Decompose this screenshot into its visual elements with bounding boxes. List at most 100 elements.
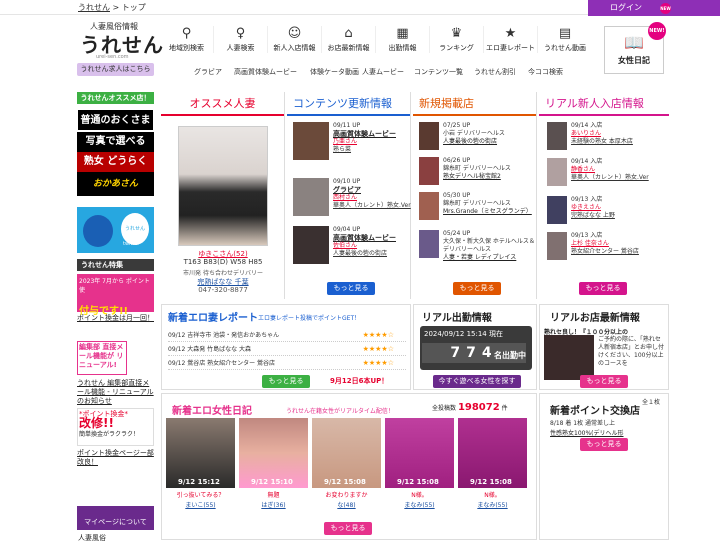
nav-video[interactable]: ▤ うれせん動画 xyxy=(538,26,592,53)
banner-futsu-okusama[interactable]: 普通のおくさま xyxy=(77,109,154,131)
feature-exchange-link[interactable]: ポイント換金ページー部改良！ xyxy=(77,449,154,467)
item-name[interactable]: ゆきえさん xyxy=(571,204,669,212)
breadcrumb-home-link[interactable]: うれせん xyxy=(78,3,110,12)
thumbnail[interactable] xyxy=(419,122,439,150)
list-item[interactable]: 05/30 UP 錦糸町 デリバリーヘルス Mrs.Grande（ミセスグランデ… xyxy=(417,192,537,232)
item-title[interactable]: 高画質体験ムービー xyxy=(333,234,411,242)
thumbnail[interactable] xyxy=(547,158,567,186)
diary-subtitle: うれせん在籍女性がリアルタイム配信！ xyxy=(286,408,394,415)
review-row[interactable]: 09/12 大森発 竹島ばなな 大森 ★★★★☆ xyxy=(168,343,406,356)
diary-card[interactable]: 9/12 15:08 N様。 まなみ(55) xyxy=(458,418,527,518)
diary-card[interactable]: 9/12 15:08 お変わりますか な(48) xyxy=(312,418,381,518)
content-more-button[interactable]: もっと見る xyxy=(327,282,375,295)
subnav-keitai-movie[interactable]: 体験ケータ動画 xyxy=(310,67,359,77)
diary-author[interactable]: はぎ(36) xyxy=(239,500,308,509)
recruit-button[interactable]: うれせん求人はこちら xyxy=(77,63,154,76)
feature-banner-mail[interactable]: 編集部 直接メール機能が リニューアル! xyxy=(77,341,127,375)
sidebar-title: うれせんオススメ店！ xyxy=(77,92,154,104)
shop-news-image[interactable] xyxy=(544,335,594,380)
thumbnail[interactable] xyxy=(293,178,329,216)
item-shop[interactable]: 未経験の熟女 本厚木店 xyxy=(571,138,669,146)
feature-point-link[interactable]: ポイント換金は月一回！ xyxy=(77,314,154,323)
nav-report[interactable]: ★ エロ妻レポート xyxy=(484,26,538,53)
item-shop[interactable]: Mrs.Grande（ミセスグランデ） xyxy=(443,208,537,216)
nav-new-person[interactable]: ☺ 新人入店情報 xyxy=(268,26,322,53)
item-name[interactable]: 静香さん xyxy=(571,166,669,174)
item-shop[interactable]: 人妻・若妻 レディプレイス xyxy=(443,254,537,262)
feature-banner-exchange[interactable]: *ポイント換金* 改修!! 簡単換金がラクラク！ xyxy=(77,408,154,446)
subnav-discount[interactable]: うれせん割引 xyxy=(474,67,516,77)
nav-attendance[interactable]: ▦ 出勤情報 xyxy=(376,26,430,53)
nav-ranking[interactable]: ♛ ランキング xyxy=(430,26,484,53)
thumbnail[interactable] xyxy=(419,192,439,220)
feature-mail-link[interactable]: うれせん 編集部直接メール機能 - リニューアルのお知らせ xyxy=(77,379,154,406)
thumbnail[interactable] xyxy=(293,226,329,264)
item-name[interactable]: あいりさん xyxy=(571,130,669,138)
login-button[interactable]: ログイン xyxy=(610,2,642,13)
item-shop[interactable]: 人妻最後の砦の街店 xyxy=(443,138,537,146)
list-item[interactable]: 07/25 UP 小岩 デリバリーヘルス 人妻最後の砦の街店 xyxy=(417,122,537,162)
shop-news-more-button[interactable]: もっと見る xyxy=(580,375,628,388)
list-item[interactable]: 09/13 入店 ゆきえさん 完熟ばなな 上野 xyxy=(545,196,669,230)
review-row[interactable]: 09/12 吉祥寺市 池袋・発信おかあちゃん ★★★★☆ xyxy=(168,329,406,342)
subnav-gravure[interactable]: グラビア xyxy=(194,67,222,77)
diary-author[interactable]: な(48) xyxy=(312,500,381,509)
item-name[interactable]: 佐伯さん xyxy=(333,242,411,250)
item-shop[interactable]: 熟女紹介センター 鶯谷店 xyxy=(571,248,669,256)
subnav-nearby[interactable]: 今ココ検索 xyxy=(528,67,563,77)
thumbnail[interactable] xyxy=(293,122,329,160)
item-name[interactable]: 上杉 佳奈さん xyxy=(571,240,669,248)
list-item[interactable]: 05/24 UP 大久保・新大久保 ホテルヘルス＆デリバリーヘルス 人妻・若妻 … xyxy=(417,230,537,270)
thumbnail[interactable] xyxy=(547,122,567,150)
feature-banner-point[interactable]: 2023年 7月から ポイント 使 付与です!! xyxy=(77,274,154,317)
list-item[interactable]: 09/10 UP グラビア 西村さん 華奥人（カレント）熟女.Ver xyxy=(291,178,411,218)
list-item[interactable]: 09/14 入店 あいりさん 未経験の熟女 本厚木店 xyxy=(545,122,669,156)
thumbnail[interactable] xyxy=(419,157,439,185)
diary-card[interactable]: 9/12 15:10 無題 はぎ(36) xyxy=(239,418,308,518)
thumbnail[interactable] xyxy=(547,196,567,224)
item-shop[interactable]: 熟ら菜 xyxy=(333,146,411,154)
nav-wife-search[interactable]: ♀ 人妻検索 xyxy=(214,26,268,53)
subnav-wife-movie[interactable]: 人妻ムービー xyxy=(362,67,404,77)
diary-card[interactable]: 9/12 15:12 引っ抜いてみる？ まいこ(55) xyxy=(166,418,235,518)
list-item[interactable]: 09/11 UP 高画質体験ムービー 乃亜さん 熟ら菜 xyxy=(291,122,409,162)
nav-shop-news[interactable]: ⌂ お店最新情報 xyxy=(322,26,376,53)
item-shop[interactable]: 完熟ばなな 上野 xyxy=(571,212,669,220)
diary-author[interactable]: まなみ(55) xyxy=(458,500,527,509)
find-available-button[interactable]: 今すぐ遊べる女性を探す xyxy=(433,375,521,388)
twitter-banner[interactable]: うれせん twitter xyxy=(77,207,154,253)
point-exchange-shop[interactable]: 性感熟女100%(デリヘル形 xyxy=(550,428,624,437)
list-item[interactable]: 06/26 UP 錦糸町 デリバリーヘルス 熟女デリヘル秘宝館2 xyxy=(417,157,537,197)
new-shops-more-button[interactable]: もっと見る xyxy=(453,282,501,295)
thumbnail[interactable] xyxy=(419,230,439,258)
subnav-contents[interactable]: コンテンツ一覧 xyxy=(414,67,463,77)
featured-photo[interactable] xyxy=(178,126,268,246)
item-title[interactable]: 高画質体験ムービー xyxy=(333,130,411,138)
item-title[interactable]: グラビア xyxy=(333,186,411,194)
review-row[interactable]: 09/12 鶯谷店 熟女紹介センター 鶯谷店 ★★★★☆ xyxy=(168,357,406,370)
subnav-hq-movie[interactable]: 高画質体験ムービー xyxy=(234,67,297,77)
mypage-button[interactable]: マイページについて xyxy=(77,506,154,530)
item-name[interactable]: 西村さん xyxy=(333,194,411,202)
banner-jukujo-doraku[interactable]: 熟女 どうらく xyxy=(77,152,154,172)
point-exchange-more-button[interactable]: もっと見る xyxy=(580,438,628,451)
new-staff-more-button[interactable]: もっと見る xyxy=(579,282,627,295)
list-item[interactable]: 09/13 入店 上杉 佳奈さん 熟女紹介センター 鶯谷店 xyxy=(545,232,669,266)
banner-okaasan[interactable]: おかあさん xyxy=(77,172,154,196)
diary-card[interactable]: 9/12 15:08 N様。 まなみ(55) xyxy=(385,418,454,518)
item-shop[interactable]: 華奥人（カレント）熟女.Ver xyxy=(571,174,669,182)
banner-shashin[interactable]: 写真で選べる xyxy=(77,132,154,152)
diary-author[interactable]: まいこ(55) xyxy=(166,500,235,509)
report-more-button[interactable]: もっと見る xyxy=(262,375,310,388)
diary-author[interactable]: まなみ(55) xyxy=(385,500,454,509)
login-bar[interactable]: ログイン NEW xyxy=(588,0,720,16)
list-item[interactable]: 09/14 入店 静香さん 華奥人（カレント）熟女.Ver xyxy=(545,158,669,192)
thumbnail[interactable] xyxy=(547,232,567,260)
nav-area-search[interactable]: ⚲ 地域別検索 xyxy=(160,26,214,53)
item-name[interactable]: 乃亜さん xyxy=(333,138,411,146)
item-shop[interactable]: 人妻最後の砦の街店 xyxy=(333,250,411,258)
item-shop[interactable]: 熟女デリヘル秘宝館2 xyxy=(443,173,537,181)
diary-more-button[interactable]: もっと見る xyxy=(324,522,372,535)
list-item[interactable]: 09/04 UP 高画質体験ムービー 佐伯さん 人妻最後の砦の街店 xyxy=(291,226,409,266)
item-shop[interactable]: 華奥人（カレント）熟女.Ver xyxy=(333,202,411,210)
